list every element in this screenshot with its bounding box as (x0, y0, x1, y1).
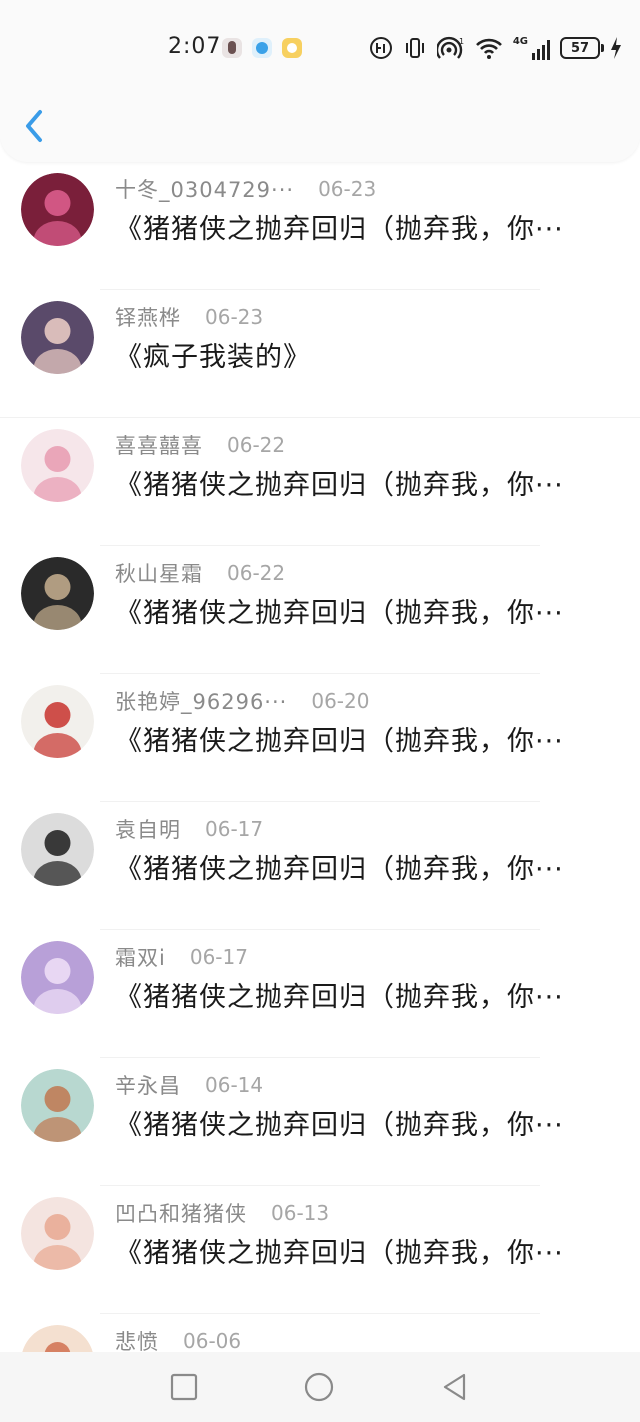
comment-date: 06-17 (189, 945, 248, 969)
comment-text[interactable]: 《猪猪侠之抛弃回归（抛弃我，你··· (115, 466, 620, 506)
comment-item[interactable]: 铎燕桦 06-23 《疯子我装的》 (0, 290, 640, 418)
comment-item[interactable]: 十冬_0304729··· 06-23 《猪猪侠之抛弃回归（抛弃我，你··· (0, 162, 640, 290)
comment-date: 06-23 (205, 305, 264, 329)
recent-apps-button[interactable] (168, 1371, 200, 1403)
triangle-icon (443, 1373, 466, 1401)
avatar[interactable] (21, 429, 94, 502)
comment-text[interactable]: 《猪猪侠之抛弃回归（抛弃我，你··· (115, 210, 620, 250)
avatar[interactable] (21, 813, 94, 886)
user-name[interactable]: 秋山星霜 (115, 558, 203, 588)
notification-browser-icon (252, 38, 272, 58)
system-icons: 1 4G 57 (369, 32, 622, 64)
user-name[interactable]: 铎燕桦 (115, 302, 181, 332)
home-button[interactable] (303, 1371, 335, 1403)
comment-meta: 凹凸和猪猪侠 06-13 (115, 1198, 329, 1228)
comment-meta: 霜双i 06-17 (115, 942, 248, 972)
nav-bar (0, 92, 640, 162)
notification-app-icon (222, 38, 242, 58)
system-navigation-bar (0, 1352, 640, 1422)
comment-meta: 铎燕桦 06-23 (115, 302, 263, 332)
comment-meta: 袁自明 06-17 (115, 814, 263, 844)
avatar[interactable] (21, 1325, 94, 1352)
comment-text[interactable]: 《疯子我装的》 (115, 338, 620, 378)
user-name[interactable]: 喜喜囍喜 (115, 430, 203, 460)
hotspot-icon: 1 (436, 36, 464, 59)
comment-item[interactable]: 辛永昌 06-14 《猪猪侠之抛弃回归（抛弃我，你··· (0, 1058, 640, 1186)
comment-item[interactable]: 霜双i 06-17 《猪猪侠之抛弃回归（抛弃我，你··· (0, 930, 640, 1058)
avatar[interactable] (21, 1197, 94, 1270)
charging-icon (611, 37, 621, 59)
user-name[interactable]: 袁自明 (115, 814, 181, 844)
comment-item[interactable]: 凹凸和猪猪侠 06-13 《猪猪侠之抛弃回归（抛弃我，你··· (0, 1186, 640, 1314)
comment-meta: 辛永昌 06-14 (115, 1070, 263, 1100)
vibrate-icon (405, 38, 424, 58)
battery-level: 57 (570, 40, 590, 56)
avatar[interactable] (21, 685, 94, 758)
user-name[interactable]: 凹凸和猪猪侠 (115, 1198, 247, 1228)
comment-date: 06-22 (227, 433, 286, 457)
comment-text[interactable]: 《猪猪侠之抛弃回归（抛弃我，你··· (115, 1106, 620, 1146)
status-bar: 2:07 1 4G 57 (0, 28, 640, 68)
comment-date: 06-20 (311, 689, 370, 713)
comment-meta: 十冬_0304729··· 06-23 (115, 174, 376, 204)
back-button[interactable] (14, 102, 54, 152)
comment-date: 06-22 (227, 561, 286, 585)
user-name[interactable]: 十冬_0304729··· (115, 174, 294, 204)
comment-text[interactable]: 《猪猪侠之抛弃回归（抛弃我，你··· (115, 1234, 620, 1274)
circle-icon (304, 1372, 334, 1402)
notification-chat-icon (282, 38, 302, 58)
avatar[interactable] (21, 301, 94, 374)
chevron-left-icon (26, 110, 42, 142)
comment-item[interactable]: 喜喜囍喜 06-22 《猪猪侠之抛弃回归（抛弃我，你··· (0, 418, 640, 546)
comment-text[interactable]: 《猪猪侠之抛弃回归（抛弃我，你··· (115, 594, 620, 634)
comment-item[interactable]: 悲愤 06-06 (0, 1314, 640, 1352)
comment-date: 06-14 (205, 1073, 264, 1097)
header: 2:07 1 4G 57 (0, 0, 640, 162)
back-nav-button[interactable] (439, 1371, 471, 1403)
comment-text[interactable]: 《猪猪侠之抛弃回归（抛弃我，你··· (115, 978, 620, 1018)
comment-date: 06-17 (205, 817, 264, 841)
comment-item[interactable]: 袁自明 06-17 《猪猪侠之抛弃回归（抛弃我，你··· (0, 802, 640, 930)
wifi-icon (475, 38, 502, 59)
avatar[interactable] (21, 173, 94, 246)
cellular-signal-icon: 4G (513, 36, 550, 60)
square-icon (170, 1373, 198, 1401)
network-type-label: 4G (512, 36, 528, 47)
status-time: 2:07 (168, 34, 222, 59)
comment-meta: 秋山星霜 06-22 (115, 558, 285, 588)
comment-meta: 喜喜囍喜 06-22 (115, 430, 285, 460)
comment-item[interactable]: 秋山星霜 06-22 《猪猪侠之抛弃回归（抛弃我，你··· (0, 546, 640, 674)
user-name[interactable]: 霜双i (115, 942, 166, 972)
comment-date: 06-23 (318, 177, 377, 201)
avatar[interactable] (21, 1069, 94, 1142)
screen: 2:07 1 4G 57 十冬_0304729··· 06-23 《猪猪侠之抛弃… (0, 0, 640, 1422)
comment-date: 06-06 (183, 1329, 242, 1352)
comment-text[interactable]: 《猪猪侠之抛弃回归（抛弃我，你··· (115, 850, 620, 890)
battery-icon: 57 (560, 37, 604, 59)
comment-date: 06-13 (271, 1201, 330, 1225)
user-name[interactable]: 悲愤 (115, 1326, 159, 1352)
comment-item[interactable]: 张艳婷_96296··· 06-20 《猪猪侠之抛弃回归（抛弃我，你··· (0, 674, 640, 802)
comment-meta: 悲愤 06-06 (115, 1326, 241, 1352)
comment-meta: 张艳婷_96296··· 06-20 (115, 686, 369, 716)
avatar[interactable] (21, 941, 94, 1014)
user-name[interactable]: 辛永昌 (115, 1070, 181, 1100)
comment-list[interactable]: 十冬_0304729··· 06-23 《猪猪侠之抛弃回归（抛弃我，你··· 铎… (0, 162, 640, 1352)
hd-call-icon (369, 37, 392, 59)
svg-text:1: 1 (459, 37, 464, 46)
user-name[interactable]: 张艳婷_96296··· (115, 686, 287, 716)
avatar[interactable] (21, 557, 94, 630)
comment-text[interactable]: 《猪猪侠之抛弃回归（抛弃我，你··· (115, 722, 620, 762)
